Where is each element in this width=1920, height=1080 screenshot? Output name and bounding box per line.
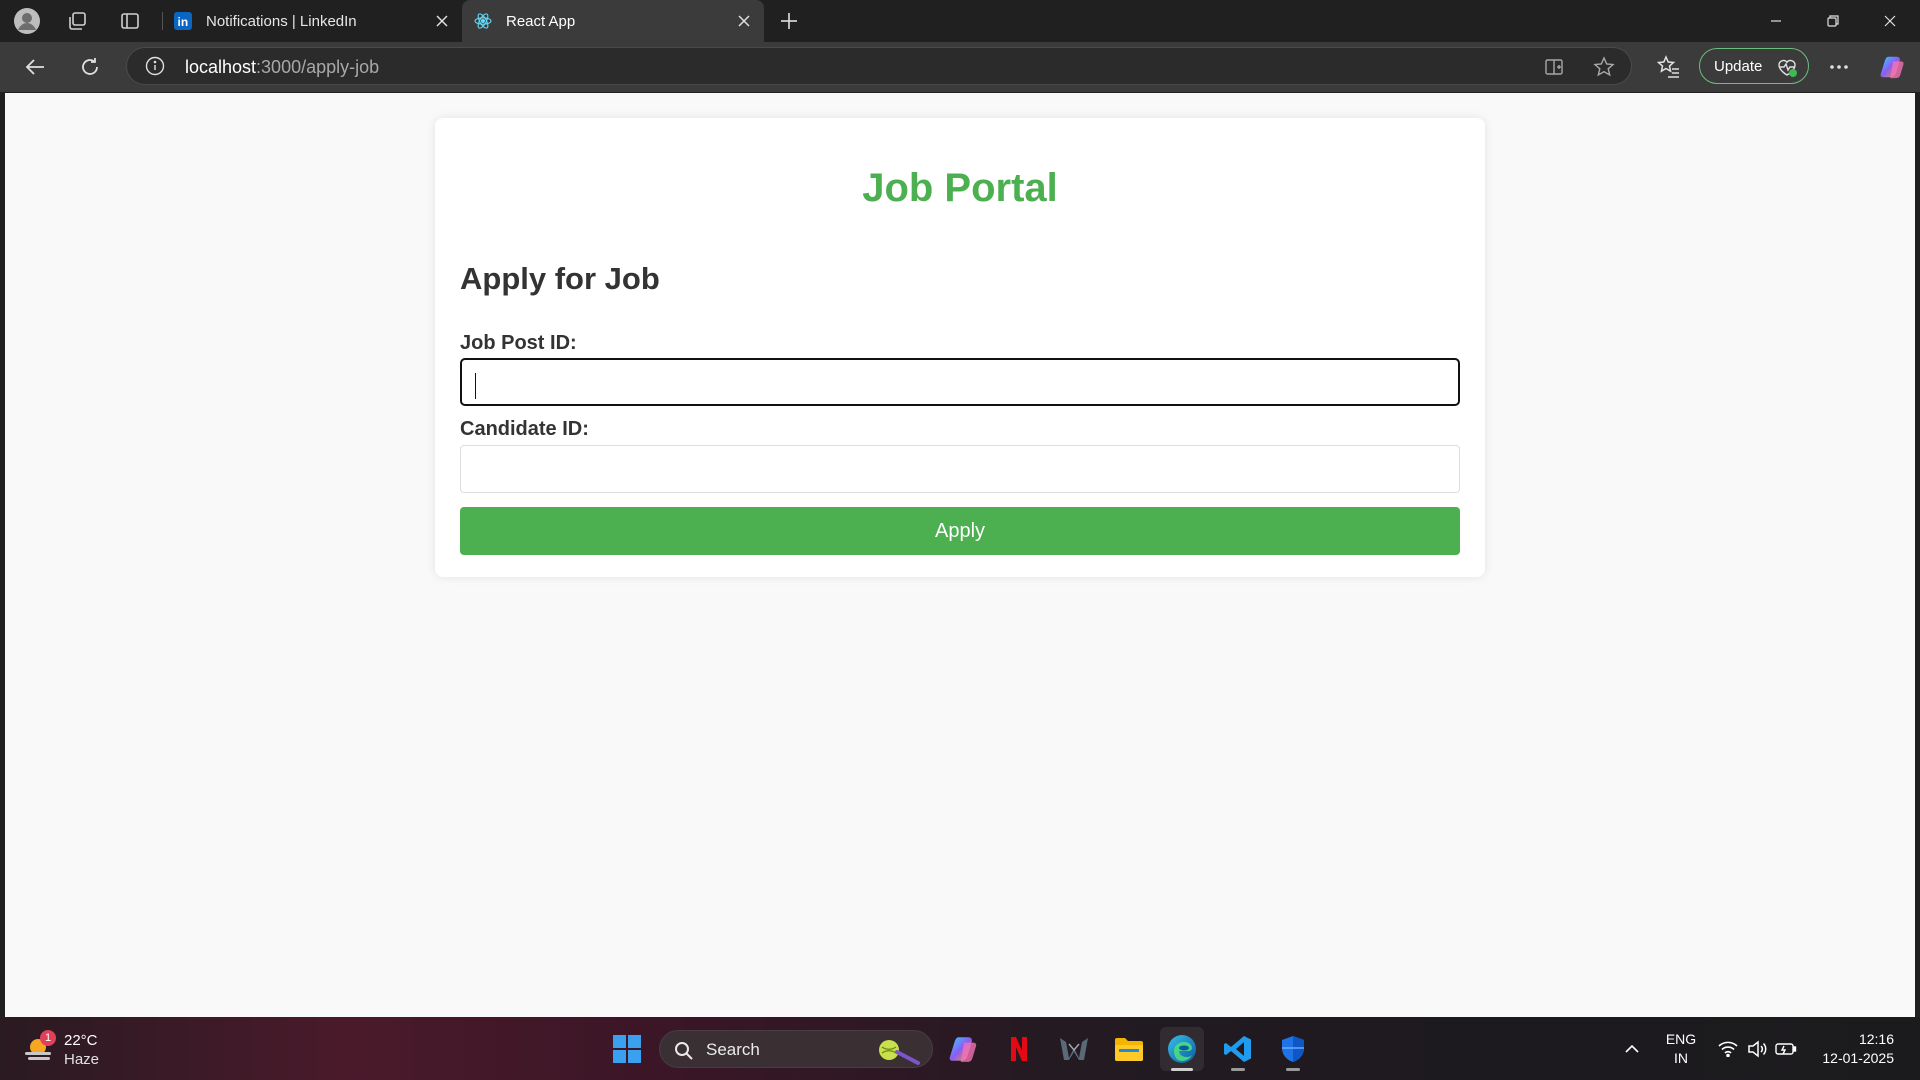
running-indicator bbox=[1171, 1068, 1193, 1071]
search-placeholder: Search bbox=[706, 1040, 760, 1059]
profile-avatar-icon[interactable] bbox=[12, 6, 42, 36]
form-title: Apply for Job bbox=[460, 261, 660, 296]
candidate-id-input[interactable] bbox=[460, 445, 1460, 493]
close-tab-icon[interactable] bbox=[734, 11, 754, 31]
tab-label: React App bbox=[506, 12, 576, 30]
vscode-icon[interactable] bbox=[1216, 1027, 1260, 1071]
text-cursor bbox=[475, 373, 476, 399]
show-hidden-icons-chevron-icon[interactable] bbox=[1620, 1037, 1644, 1061]
volume-icon[interactable] bbox=[1745, 1037, 1769, 1061]
url-path: :3000/apply-job bbox=[256, 57, 380, 77]
weather-alert-badge: 1 bbox=[40, 1030, 56, 1046]
weather-widget[interactable]: 1 22°C Haze bbox=[22, 1030, 132, 1070]
running-indicator bbox=[1286, 1068, 1300, 1071]
copilot-icon[interactable] bbox=[1880, 54, 1906, 80]
url-host: localhost bbox=[185, 57, 257, 77]
input-language-indicator[interactable]: ENG IN bbox=[1660, 1030, 1702, 1068]
clock-time: 12:16 bbox=[1858, 1031, 1894, 1047]
address-bar[interactable]: localhost:3000/apply-job bbox=[126, 47, 1632, 85]
workspaces-icon[interactable] bbox=[62, 6, 92, 36]
linkedin-icon: in bbox=[174, 12, 192, 30]
weather-temperature: 22°C bbox=[64, 1032, 98, 1049]
predator-sense-icon[interactable] bbox=[1052, 1027, 1096, 1071]
site-info-icon[interactable] bbox=[145, 56, 165, 76]
weather-condition: Haze bbox=[64, 1051, 100, 1068]
favorites-icon[interactable] bbox=[1656, 54, 1682, 80]
region-code: IN bbox=[1674, 1050, 1688, 1066]
minimize-button[interactable] bbox=[1748, 0, 1804, 42]
restore-button[interactable] bbox=[1805, 0, 1861, 42]
search-icon bbox=[675, 1042, 693, 1060]
close-window-button[interactable] bbox=[1862, 0, 1918, 42]
favorite-star-icon[interactable] bbox=[1593, 56, 1615, 78]
svg-text:in: in bbox=[178, 15, 189, 29]
windows-taskbar: 1 22°C Haze Search ENG IN 12:16 12-01-20… bbox=[0, 1017, 1920, 1080]
close-tab-icon[interactable] bbox=[432, 11, 452, 31]
battery-icon[interactable] bbox=[1774, 1037, 1798, 1061]
refresh-button[interactable] bbox=[75, 52, 105, 82]
back-button[interactable] bbox=[20, 52, 50, 82]
copilot-taskbar-icon[interactable] bbox=[942, 1027, 986, 1071]
update-button[interactable]: Update bbox=[1699, 48, 1809, 84]
language-code: ENG bbox=[1665, 1031, 1697, 1047]
search-highlight-icon bbox=[879, 1040, 920, 1065]
portal-title: Job Portal bbox=[862, 166, 1058, 210]
update-label: Update bbox=[1714, 57, 1763, 75]
tab-linkedin-notifications[interactable]: in Notifications | LinkedIn bbox=[162, 0, 462, 42]
file-explorer-icon[interactable] bbox=[1107, 1027, 1151, 1071]
vertical-tabs-icon[interactable] bbox=[115, 6, 145, 36]
react-icon bbox=[474, 12, 492, 30]
apply-job-card: Job Portal Apply for Job Job Post ID: Ca… bbox=[435, 118, 1485, 577]
start-button[interactable] bbox=[605, 1027, 649, 1071]
clock-date: 12-01-2025 bbox=[1822, 1050, 1894, 1066]
netflix-icon[interactable] bbox=[997, 1027, 1041, 1071]
browser-essentials-icon bbox=[1778, 59, 1797, 77]
tab-react-app[interactable]: React App bbox=[462, 0, 764, 42]
job-post-id-label: Job Post ID: bbox=[460, 332, 577, 354]
job-post-id-input[interactable] bbox=[460, 358, 1460, 406]
taskbar-search[interactable]: Search bbox=[659, 1030, 933, 1068]
apply-button[interactable]: Apply bbox=[460, 507, 1460, 555]
page-viewport: Job Portal Apply for Job Job Post ID: Ca… bbox=[5, 93, 1915, 1017]
taskbar-clock[interactable]: 12:16 12-01-2025 bbox=[1822, 1030, 1894, 1068]
split-screen-icon[interactable] bbox=[1543, 56, 1565, 78]
candidate-id-label: Candidate ID: bbox=[460, 418, 589, 440]
new-tab-button[interactable] bbox=[774, 6, 804, 36]
url-text: localhost:3000/apply-job bbox=[185, 57, 379, 78]
running-indicator bbox=[1231, 1068, 1245, 1071]
browser-toolbar: localhost:3000/apply-job Update bbox=[0, 42, 1920, 92]
windows-security-icon[interactable] bbox=[1271, 1027, 1315, 1071]
wifi-icon[interactable] bbox=[1716, 1037, 1740, 1061]
tab-label: Notifications | LinkedIn bbox=[206, 12, 357, 30]
browser-title-bar: in Notifications | LinkedIn React App bbox=[0, 0, 1920, 42]
edge-taskbar-icon[interactable] bbox=[1160, 1027, 1204, 1071]
more-options-icon[interactable] bbox=[1826, 54, 1852, 80]
